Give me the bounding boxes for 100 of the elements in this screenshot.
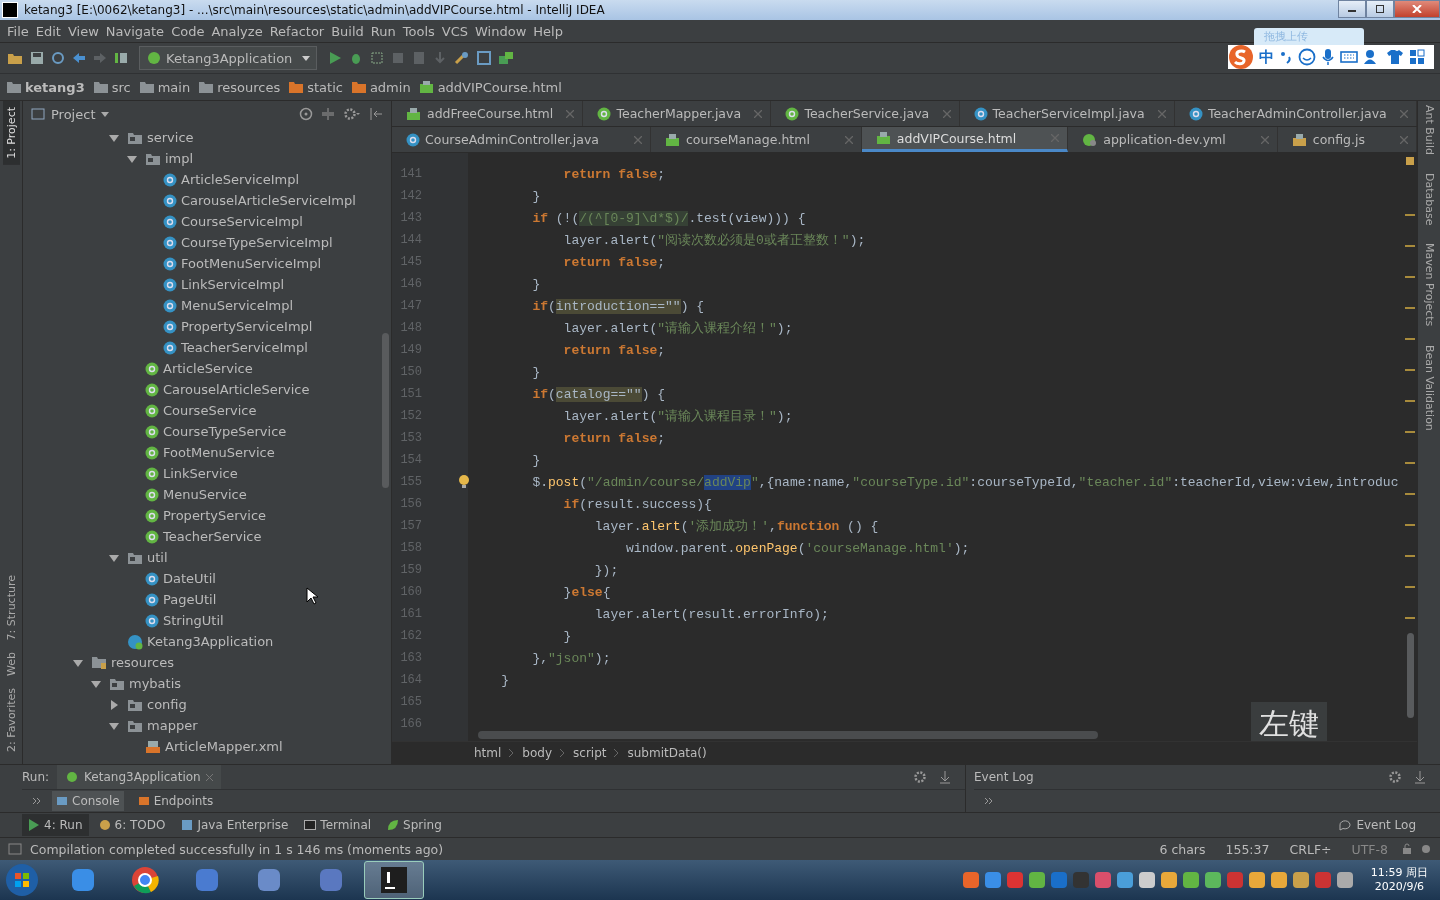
sync-icon[interactable] (51, 51, 65, 65)
lightbulb-icon[interactable] (458, 475, 470, 489)
hide-panel-icon[interactable] (939, 770, 951, 784)
run-tab[interactable]: Ketang3Application (57, 765, 221, 789)
scrollbar-thumb[interactable] (478, 731, 1098, 739)
tree-item[interactable]: Ketang3Application (147, 634, 274, 649)
tree-item[interactable]: DateUtil (163, 571, 216, 586)
back-arrow-icon[interactable] (72, 51, 86, 65)
breadcrumb-item[interactable]: html (474, 746, 502, 760)
editor-tab[interactable]: TeacherServiceImpl.java (959, 101, 1175, 126)
run-configuration-dropdown[interactable]: Ketang3Application (139, 46, 318, 70)
tray-icon[interactable] (1292, 872, 1309, 888)
tray-icon[interactable] (1028, 872, 1045, 888)
tree-item[interactable]: TeacherService (163, 529, 262, 544)
collapse-all-icon[interactable] (321, 107, 335, 121)
menu-item[interactable]: Build (328, 23, 368, 39)
tray-icon[interactable] (1182, 872, 1199, 888)
locate-icon[interactable] (299, 107, 313, 121)
settings-icon[interactable] (343, 107, 361, 121)
breadcrumb-item[interactable]: body (522, 746, 553, 760)
nav-breadcrumb[interactable]: main (138, 79, 191, 95)
tree-item[interactable]: CourseTypeServiceImpl (181, 235, 333, 250)
editor-tab[interactable]: TeacherService.java (771, 101, 960, 126)
double-chevron-icon[interactable] (984, 797, 994, 805)
menu-item[interactable]: Code (168, 23, 209, 39)
tool-window-tab[interactable]: 2: Favorites (2, 682, 20, 758)
menu-item[interactable]: Navigate (102, 23, 169, 39)
editor-tab[interactable]: application-dev.yml (1068, 127, 1278, 152)
nav-breadcrumb[interactable]: resources (198, 79, 281, 95)
tree-item[interactable]: PageUtil (163, 592, 217, 607)
tree-item[interactable]: config (147, 697, 187, 712)
tool-window-button[interactable]: Terminal (298, 814, 378, 836)
coverage-icon[interactable] (370, 51, 385, 65)
clock-date[interactable]: 2020/9/6 (1374, 880, 1425, 894)
tree-item[interactable]: CarouselArticleServiceImpl (181, 193, 356, 208)
menu-item[interactable]: Analyze (208, 23, 267, 39)
menu-item[interactable]: File (4, 23, 33, 39)
microphone-icon[interactable] (1321, 48, 1335, 66)
tray-icon[interactable] (1160, 872, 1177, 888)
caret-position[interactable]: 155:37 (1219, 841, 1276, 857)
tree-item[interactable]: MenuServiceImpl (181, 298, 294, 313)
tool-window-tab[interactable]: Ant Build (1420, 101, 1438, 159)
editor-tab[interactable]: addFreeCourse.html (392, 101, 584, 126)
keyboard-icon[interactable] (1340, 50, 1358, 64)
expand-arrow-icon[interactable] (127, 153, 137, 164)
tool-window-tab[interactable]: 7: Structure (2, 568, 20, 647)
tree-item[interactable]: FootMenuService (163, 445, 275, 460)
event-log-button[interactable]: Event Log (1332, 814, 1422, 836)
tree-item[interactable]: ArticleService (163, 361, 253, 376)
menu-item[interactable]: View (64, 23, 103, 39)
tree-item[interactable]: CarouselArticleService (163, 382, 310, 397)
tree-item[interactable]: FootMenuServiceImpl (181, 256, 322, 271)
menu-item[interactable]: Edit (32, 23, 65, 39)
tree-item[interactable]: ArticleMapper.xml (165, 739, 283, 754)
tray-icon[interactable] (962, 872, 979, 888)
menu-item[interactable]: Help (530, 23, 567, 39)
tree-item[interactable]: PropertyService (163, 508, 267, 523)
tree-item[interactable]: service (147, 130, 194, 145)
editor-tab[interactable]: TeacherAdminController.java (1174, 101, 1417, 126)
console-tab[interactable]: Endpoints (133, 791, 218, 811)
tray-icon[interactable] (1336, 872, 1353, 888)
tool-window-tab[interactable]: Bean Validation (1420, 340, 1438, 435)
close-tab-icon[interactable] (205, 773, 213, 781)
maximize-button[interactable] (1366, 0, 1394, 18)
nav-breadcrumb[interactable]: static (288, 79, 343, 95)
editor-tab[interactable]: addVIPCourse.html (861, 127, 1069, 152)
menu-item[interactable]: Run (367, 23, 400, 39)
build-icon[interactable] (114, 51, 128, 65)
hide-panel-icon[interactable] (1414, 770, 1426, 784)
hide-panel-icon[interactable] (369, 107, 383, 121)
tree-item[interactable]: PropertyServiceImpl (181, 319, 313, 334)
tree-item[interactable]: util (147, 550, 168, 565)
menu-item[interactable]: Window (472, 23, 531, 39)
file-encoding[interactable]: UTF-8 (1345, 841, 1394, 857)
punctuation-icon[interactable] (1279, 49, 1293, 65)
tool-window-tab[interactable]: Database (1420, 168, 1438, 230)
tool-window-button[interactable]: Java Enterprise (175, 814, 295, 836)
tray-icon[interactable] (1204, 872, 1221, 888)
tray-icon[interactable] (984, 872, 1001, 888)
menu-item[interactable]: Refactor (266, 23, 329, 39)
sdk-icon[interactable] (498, 51, 515, 65)
tree-item[interactable]: resources (111, 655, 174, 670)
scrollbar-thumb[interactable] (382, 333, 389, 488)
breadcrumb-item[interactable]: script (573, 746, 607, 760)
tree-item[interactable]: CourseServiceImpl (181, 214, 303, 229)
menu-item[interactable]: VCS (438, 23, 473, 39)
tree-item[interactable]: impl (165, 151, 194, 166)
editor-tab[interactable]: TeacherMapper.java (583, 101, 772, 126)
menu-item[interactable]: Tools (399, 23, 439, 39)
shirt-icon[interactable] (1386, 49, 1404, 65)
double-chevron-icon[interactable] (32, 797, 42, 805)
run-icon[interactable] (328, 51, 343, 65)
save-icon[interactable] (30, 51, 44, 65)
tray-icon[interactable] (1138, 872, 1155, 888)
tool-window-tab[interactable]: Web (2, 646, 20, 683)
tree-item[interactable]: ArticleServiceImpl (181, 172, 300, 187)
tray-icon[interactable] (1270, 872, 1287, 888)
start-orb-icon[interactable] (4, 862, 40, 898)
nav-breadcrumb[interactable]: admin (350, 79, 411, 95)
tree-item[interactable]: LinkServiceImpl (181, 277, 285, 292)
